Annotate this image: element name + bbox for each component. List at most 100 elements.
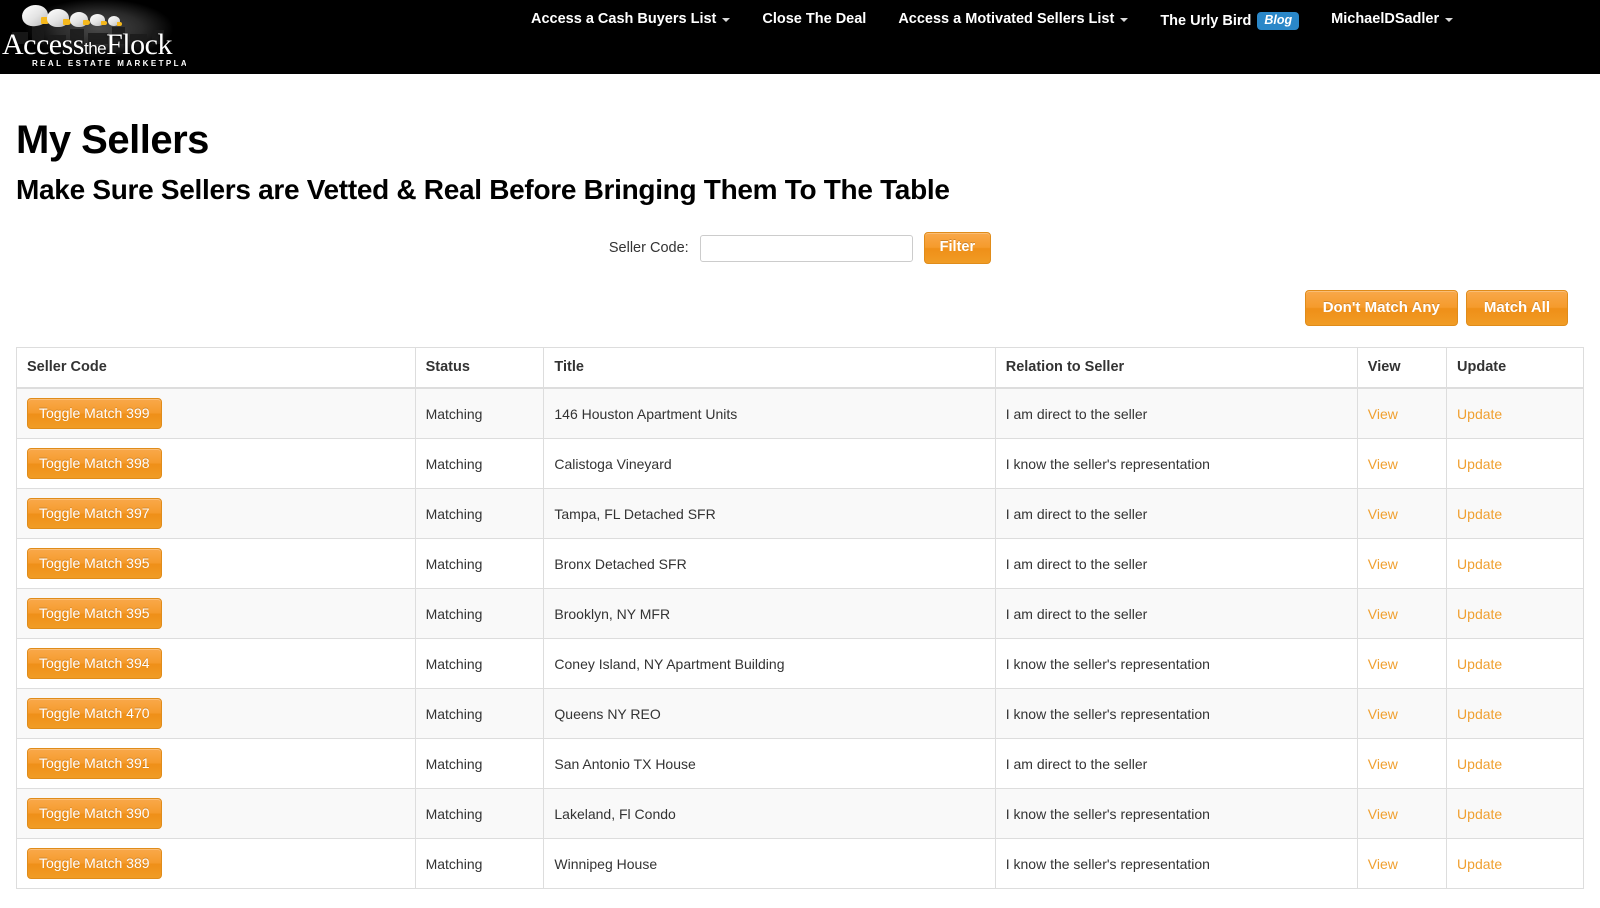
cell-seller-code: Toggle Match 390 [16, 788, 416, 839]
toggle-match-button[interactable]: Toggle Match 390 [27, 798, 162, 829]
nav-item-label: Close The Deal [762, 11, 867, 27]
table-body: Toggle Match 399 Matching 146 Houston Apar… [16, 387, 1584, 889]
update-link[interactable]: Update [1457, 556, 1502, 572]
chevron-down-icon [722, 18, 731, 22]
view-link[interactable]: View [1368, 606, 1398, 622]
nav-item-close-the-deal[interactable]: Close The Deal [746, 0, 882, 40]
site-logo[interactable]: AccesstheFlock REAL ESTATE MARKETPLACE [0, 0, 186, 74]
view-link[interactable]: View [1368, 806, 1398, 822]
cell-relation-to-seller: I know the seller's representation [995, 688, 1358, 739]
cell-seller-code: Toggle Match 399 [16, 387, 416, 439]
nav-menu: Access a Cash Buyers List Close The Deal… [515, 0, 1469, 74]
match-all-button[interactable]: Match All [1465, 290, 1568, 326]
toggle-match-button[interactable]: Toggle Match 397 [27, 498, 162, 529]
toggle-match-button[interactable]: Toggle Match 395 [27, 548, 162, 579]
cell-title: Tampa, FL Detached SFR [543, 488, 996, 539]
cell-title: Brooklyn, NY MFR [543, 588, 996, 639]
view-link[interactable]: View [1368, 406, 1398, 422]
table-row: Toggle Match 470 Matching Queens NY REO I k… [16, 688, 1584, 739]
nav-item-label: MichaelDSadler [1331, 11, 1440, 27]
column-header-relation: Relation to Seller [995, 347, 1358, 389]
blog-badge: Blog [1257, 12, 1300, 30]
cell-view: View [1357, 738, 1448, 789]
update-link[interactable]: Update [1457, 756, 1502, 772]
view-link[interactable]: View [1368, 856, 1398, 872]
dont-match-any-button[interactable]: Don't Match Any [1304, 290, 1458, 326]
cell-relation-to-seller: I am direct to the seller [995, 738, 1358, 789]
nav-item-urly-bird[interactable]: The Urly Bird Blog [1144, 0, 1315, 44]
cell-view: View [1357, 438, 1448, 489]
cell-title: Winnipeg House [543, 838, 996, 889]
sellers-table: Seller Code Status Title Relation to Sel… [16, 347, 1584, 889]
cell-update: Update [1446, 838, 1584, 889]
update-link[interactable]: Update [1457, 706, 1502, 722]
cell-relation-to-seller: I am direct to the seller [995, 488, 1358, 539]
update-link[interactable]: Update [1457, 406, 1502, 422]
toggle-match-button[interactable]: Toggle Match 394 [27, 648, 162, 679]
view-link[interactable]: View [1368, 506, 1398, 522]
toggle-match-button[interactable]: Toggle Match 399 [27, 398, 162, 429]
cell-view: View [1357, 788, 1448, 839]
table-row: Toggle Match 397 Matching Tampa, FL Detach… [16, 488, 1584, 539]
toggle-match-button[interactable]: Toggle Match 391 [27, 748, 162, 779]
update-link[interactable]: Update [1457, 856, 1502, 872]
cell-relation-to-seller: I am direct to the seller [995, 588, 1358, 639]
cell-status: Matching [415, 638, 545, 689]
update-link[interactable]: Update [1457, 606, 1502, 622]
toggle-match-button[interactable]: Toggle Match 395 [27, 598, 162, 629]
table-header-row: Seller Code Status Title Relation to Sel… [16, 347, 1584, 389]
page-content: My Sellers Make Sure Sellers are Vetted … [0, 118, 1600, 889]
view-link[interactable]: View [1368, 556, 1398, 572]
cell-update: Update [1446, 588, 1584, 639]
table-row: Toggle Match 398 Matching Calistoga Vineya… [16, 438, 1584, 489]
cell-relation-to-seller: I know the seller's representation [995, 438, 1358, 489]
cell-view: View [1357, 638, 1448, 689]
filter-button[interactable]: Filter [923, 232, 992, 264]
cell-view: View [1357, 538, 1448, 589]
cell-view: View [1357, 588, 1448, 639]
nav-item-user-account[interactable]: MichaelDSadler [1315, 0, 1469, 40]
cell-status: Matching [415, 438, 545, 489]
toggle-match-button[interactable]: Toggle Match 470 [27, 698, 162, 729]
nav-item-motivated-sellers-list[interactable]: Access a Motivated Sellers List [882, 0, 1144, 40]
logo-tagline: REAL ESTATE MARKETPLACE [32, 59, 186, 68]
cell-update: Update [1446, 538, 1584, 589]
cell-title: Calistoga Vineyard [543, 438, 996, 489]
top-navbar: AccesstheFlock REAL ESTATE MARKETPLACE A… [0, 0, 1600, 74]
seller-code-input[interactable] [699, 234, 913, 262]
cell-status: Matching [415, 387, 545, 439]
update-link[interactable]: Update [1457, 806, 1502, 822]
update-link[interactable]: Update [1457, 656, 1502, 672]
cell-view: View [1357, 688, 1448, 739]
cell-seller-code: Toggle Match 398 [16, 438, 416, 489]
update-link[interactable]: Update [1457, 456, 1502, 472]
cell-status: Matching [415, 538, 545, 589]
view-link[interactable]: View [1368, 706, 1398, 722]
cell-relation-to-seller: I know the seller's representation [995, 638, 1358, 689]
view-link[interactable]: View [1368, 656, 1398, 672]
cell-update: Update [1446, 638, 1584, 689]
filter-form: Seller Code: Filter [16, 232, 1584, 264]
cell-status: Matching [415, 688, 545, 739]
match-actions: Don't Match Any Match All [16, 290, 1584, 326]
cell-title: 146 Houston Apartment Units [543, 387, 996, 439]
cell-view: View [1357, 838, 1448, 889]
view-link[interactable]: View [1368, 456, 1398, 472]
toggle-match-button[interactable]: Toggle Match 389 [27, 848, 162, 879]
cell-update: Update [1446, 688, 1584, 739]
cell-status: Matching [415, 738, 545, 789]
view-link[interactable]: View [1368, 756, 1398, 772]
sellers-table-wrapper: Seller Code Status Title Relation to Sel… [16, 347, 1584, 889]
nav-item-label: Access a Cash Buyers List [531, 11, 717, 27]
cell-seller-code: Toggle Match 389 [16, 838, 416, 889]
cell-status: Matching [415, 838, 545, 889]
cell-update: Update [1446, 488, 1584, 539]
update-link[interactable]: Update [1457, 506, 1502, 522]
table-head: Seller Code Status Title Relation to Sel… [16, 347, 1584, 389]
toggle-match-button[interactable]: Toggle Match 398 [27, 448, 162, 479]
cell-seller-code: Toggle Match 391 [16, 738, 416, 789]
cell-relation-to-seller: I know the seller's representation [995, 838, 1358, 889]
nav-item-cash-buyers-list[interactable]: Access a Cash Buyers List [515, 0, 746, 40]
table-row: Toggle Match 394 Matching Coney Island, NY… [16, 638, 1584, 689]
table-row: Toggle Match 395 Matching Bronx Detached S… [16, 538, 1584, 589]
